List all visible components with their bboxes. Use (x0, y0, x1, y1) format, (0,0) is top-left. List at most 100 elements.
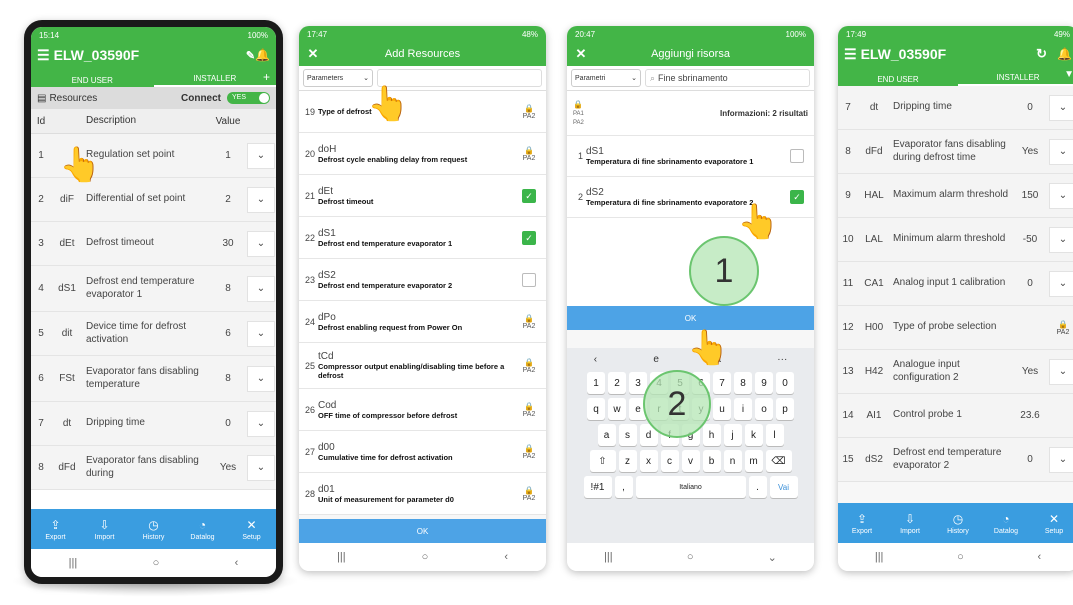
nav-export[interactable]: ⇪ Export (31, 509, 80, 549)
chevron-down-icon[interactable]: ⌄ (1049, 182, 1073, 209)
letter-key[interactable]: c (660, 450, 679, 472)
tab-installer[interactable]: INSTALLER (153, 74, 276, 87)
letter-key[interactable]: w (608, 398, 626, 420)
recents-icon[interactable]: ||| (604, 551, 613, 563)
letter-key[interactable]: m (744, 450, 763, 472)
number-key[interactable]: 8 (734, 372, 752, 394)
tab-installer[interactable]: INSTALLER (958, 73, 1073, 86)
chevron-down-icon[interactable]: ⌄ (247, 275, 275, 302)
go-key[interactable]: Vai (769, 476, 798, 498)
number-key[interactable]: 0 (776, 372, 794, 394)
number-key[interactable]: 1 (587, 372, 605, 394)
chevron-down-icon[interactable]: ⌄ (247, 186, 275, 213)
letter-key[interactable]: b (702, 450, 721, 472)
list-item[interactable]: 27 d00 Cumulative time for defrost activat… (299, 431, 546, 473)
letter-key[interactable]: k (744, 424, 763, 446)
item-checkbox[interactable]: ✓ (790, 190, 804, 204)
nav-import[interactable]: ⇩ Import (80, 509, 129, 549)
list-item[interactable]: 23 dS2 Defrost end temperature evaporator … (299, 259, 546, 301)
letter-key[interactable]: j (723, 424, 742, 446)
list-item[interactable]: 24 dPo Defrost enabling request from Power… (299, 301, 546, 343)
edit-icon[interactable]: ✎ (246, 49, 255, 62)
close-icon[interactable]: ✕ (567, 46, 595, 62)
bell-icon[interactable]: 🔔 (255, 48, 270, 62)
chevron-down-icon[interactable]: ⌄ (1049, 270, 1073, 297)
nav-history[interactable]: ◷ History (934, 503, 982, 543)
kb-back-icon[interactable]: ‹ (594, 354, 597, 365)
chevron-down-icon[interactable]: ⌄ (1049, 94, 1073, 121)
kb-suggestion-1[interactable]: e (653, 354, 659, 365)
item-checkbox[interactable]: ✓ (522, 230, 536, 245)
letter-key[interactable]: p (776, 398, 794, 420)
chevron-down-icon[interactable]: ⌄ (247, 410, 275, 437)
recents-icon[interactable]: ||| (875, 551, 884, 563)
nav-import[interactable]: ⇩ Import (886, 503, 934, 543)
period-key[interactable]: . (748, 476, 767, 498)
menu-icon[interactable]: ☰ (844, 46, 857, 63)
chevron-down-icon[interactable]: ⌄ (247, 365, 275, 392)
recents-icon[interactable]: ||| (337, 551, 346, 563)
nav-setup[interactable]: ✕ Setup (1030, 503, 1073, 543)
home-icon[interactable]: ○ (422, 551, 429, 563)
back-icon[interactable]: ‹ (1037, 551, 1041, 563)
filter-icon[interactable]: ▼ (1064, 69, 1073, 80)
search-input[interactable]: ⌕ Fine sbrinamento (645, 69, 810, 87)
menu-icon[interactable]: ☰ (37, 47, 50, 64)
chevron-down-icon[interactable]: ⌄ (1049, 446, 1073, 473)
letter-key[interactable]: l (765, 424, 784, 446)
list-item[interactable]: 1 dS1 Temperatura di fine sbrinamento evap… (567, 136, 814, 177)
backspace-key[interactable]: ⌫ (765, 450, 792, 472)
close-icon[interactable]: ✕ (299, 46, 327, 62)
item-checkbox[interactable]: ✓ (522, 188, 536, 203)
recents-icon[interactable]: ||| (69, 557, 78, 569)
tab-end-user[interactable]: END USER (31, 76, 154, 87)
add-icon[interactable]: + (263, 70, 270, 84)
letter-key[interactable]: x (639, 450, 658, 472)
ok-button[interactable]: OK (299, 519, 546, 543)
chevron-down-icon[interactable]: ⌄ (247, 320, 275, 347)
number-key[interactable]: 7 (713, 372, 731, 394)
chevron-down-icon[interactable]: ⌄ (247, 142, 275, 169)
back-icon[interactable]: ‹ (504, 551, 508, 563)
symbols-key[interactable]: !#1 (583, 476, 612, 498)
shift-key[interactable]: ⇧ (589, 450, 616, 472)
number-key[interactable]: 3 (629, 372, 647, 394)
resources-button[interactable]: Resources (49, 93, 181, 104)
home-icon[interactable]: ○ (153, 557, 160, 569)
letter-key[interactable]: u (713, 398, 731, 420)
chevron-down-icon[interactable]: ⌄ (247, 230, 275, 257)
nav-datalog[interactable]: ◔ Datalog (982, 503, 1030, 543)
list-item[interactable]: 19 Type of defrost 🔒 PA2 (299, 91, 546, 133)
tab-end-user[interactable]: END USER (838, 75, 958, 86)
letter-key[interactable]: a (597, 424, 616, 446)
nav-history[interactable]: ◷ History (129, 509, 178, 549)
back-icon[interactable]: ⌄ (768, 551, 777, 564)
letter-key[interactable]: v (681, 450, 700, 472)
connect-toggle[interactable]: YES (227, 92, 270, 104)
comma-key[interactable]: , (614, 476, 633, 498)
chevron-down-icon[interactable]: ⌄ (247, 454, 275, 481)
item-checkbox[interactable] (790, 149, 804, 163)
list-item[interactable]: 22 dS1 Defrost end temperature evaporator … (299, 217, 546, 259)
list-item[interactable]: 26 Cod OFF time of compressor before defro… (299, 389, 546, 431)
nav-setup[interactable]: ✕ Setup (227, 509, 276, 549)
letter-key[interactable]: s (618, 424, 637, 446)
chevron-down-icon[interactable]: ⌄ (1049, 358, 1073, 385)
chevron-down-icon[interactable]: ⌄ (1049, 138, 1073, 165)
item-checkbox[interactable] (522, 272, 536, 287)
category-select[interactable]: Parametri ⌄ (571, 69, 641, 87)
letter-key[interactable]: q (587, 398, 605, 420)
ok-button[interactable]: OK (567, 306, 814, 330)
space-key[interactable]: Italiano (635, 476, 746, 498)
bell-icon[interactable]: 🔔 (1057, 47, 1072, 61)
home-icon[interactable]: ○ (957, 551, 964, 563)
list-item[interactable]: 21 dEt Defrost timeout ✓ (299, 175, 546, 217)
list-item[interactable]: 25 tCd Compressor output enabling/disablin… (299, 343, 546, 389)
list-item[interactable]: 28 d01 Unit of measurement for parameter d… (299, 473, 546, 515)
list-item[interactable]: 20 doH Defrost cycle enabling delay from r… (299, 133, 546, 175)
letter-key[interactable]: i (734, 398, 752, 420)
kb-more-icon[interactable]: ··· (777, 354, 787, 365)
letter-key[interactable]: o (755, 398, 773, 420)
letter-key[interactable]: n (723, 450, 742, 472)
number-key[interactable]: 9 (755, 372, 773, 394)
